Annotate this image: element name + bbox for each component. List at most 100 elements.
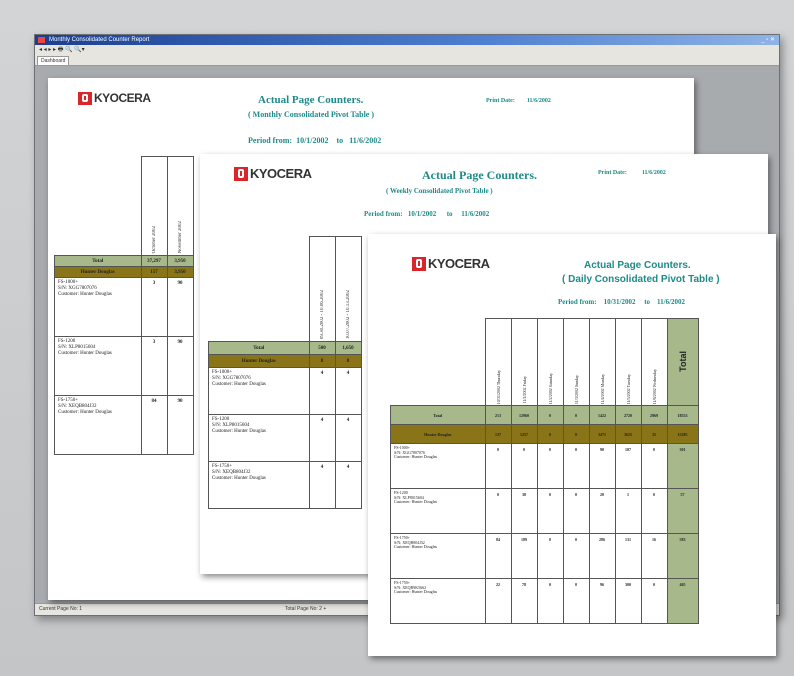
column-header: 11/4/2002 Monday [588, 318, 616, 406]
print-date: Print Date: 11/6/2002 [598, 170, 666, 176]
column-header: November 2002 [166, 156, 194, 256]
column-header-label: 11/4/2002 Monday [599, 373, 605, 404]
total-label: Total [390, 405, 486, 425]
logo-text: KYOCERA [94, 91, 151, 105]
cell-value: 300 [614, 578, 642, 624]
period-to: 11/6/2002 [461, 210, 490, 218]
device-info-line: Customer: Hunter Douglas [212, 475, 266, 481]
kyocera-logo-icon [234, 166, 248, 181]
column-header-label: 11/5/2002 Tuesday [625, 373, 631, 404]
cell-value: 4 [308, 414, 336, 462]
weekly-pivot-table: 09.30.2002 - 10.06.2002 10.07.2002 - 10.1… [208, 236, 362, 509]
column-header: 10.07.2002 - 10.13.2002 [334, 236, 362, 342]
cell-value: 189 [510, 533, 538, 579]
device-name-cell: FS-1750+ S/N: XEQB804J32 Customer: Hunter … [208, 461, 310, 509]
cell-value: 78 [510, 578, 538, 624]
total-value: 18553 [666, 405, 699, 425]
table-row: FS-1000+ S/N: XGG7807076 Customer: Hunter … [390, 443, 699, 489]
cell-value: 22 [484, 578, 512, 624]
report-title: Actual Page Counters. [258, 94, 364, 106]
cell-value: 3 [140, 336, 168, 396]
table-row: FS-1000+ S/N: XGG7807076 Customer: Hunter … [54, 277, 194, 337]
cell-value: 0 [640, 578, 668, 624]
header-row: 10/31/2002 Thursday 11/1/2002 Friday 11/2/… [391, 318, 699, 406]
table-row: FS-1000+ S/N: XGG7807076 Customer: Hunter … [208, 367, 362, 415]
device-name-cell: FS-1200 S/N: XLP8015604 Customer: Hunter D… [208, 414, 310, 462]
device-name-cell: FS-1200 S/N: XLP8015604 Customer: Hunter D… [54, 336, 142, 396]
device-info-line: Customer: Hunter Douglas [212, 428, 266, 434]
dealer-value: 35 [640, 424, 668, 444]
dealer-value: 137 [484, 424, 512, 444]
toolbar[interactable]: ◂ ◂ ▸ ▸ 🖶 🔍 🔍▾ [35, 45, 779, 55]
cell-value: 90 [166, 395, 194, 455]
dealer-row: Hunter Douglas 137 1257 0 0 3471 3625 35 15285 [390, 424, 699, 444]
total-label: Total [54, 255, 142, 267]
cell-value: 90 [166, 277, 194, 337]
period-to-label: to [644, 298, 651, 306]
column-header-label: 11/6/2002 Wednesday [651, 368, 657, 404]
window-controls[interactable]: _ ▫ ✕ [761, 36, 775, 44]
table-row: FS-1200 S/N: XLP8015604 Customer: Hunter D… [390, 488, 699, 534]
total-column-header-label: Total [677, 351, 688, 372]
dealer-value: 3,950 [166, 266, 194, 278]
cell-value: 4 [334, 367, 362, 415]
table-row: FS-1200 S/N: XLP8015604 Customer: Hunter D… [54, 336, 194, 396]
device-info-line: Customer: Hunter Douglas [394, 544, 438, 550]
device-name-cell: FS-1000+ S/N: XGG7807076 Customer: Hunter … [54, 277, 142, 337]
column-header: 11/5/2002 Tuesday [614, 318, 642, 406]
total-value: 2720 [614, 405, 642, 425]
window-title: Monthly Consolidated Counter Report [49, 37, 150, 43]
table-row: FS-1200 S/N: XLP8015604 Customer: Hunter D… [208, 414, 362, 462]
monthly-pivot-table: October 2002 November 2002 Total 37,297 3,95… [54, 156, 194, 455]
column-header-label: 11/1/2002 Friday [521, 376, 527, 404]
print-date: Print Date: 11/6/2002 [486, 98, 551, 104]
cell-value: 90 [166, 336, 194, 396]
dealer-value: 8 [334, 354, 362, 368]
total-value: 37,297 [140, 255, 168, 267]
period-range: Period from: 10/1/2002 to 11/6/2002 [248, 136, 381, 145]
table-row: FS-1750+ S/N: XEQB804J32 Customer: Hunter … [390, 533, 699, 579]
cell-value: 0 [562, 533, 590, 579]
total-value: 12960 [510, 405, 538, 425]
column-header-label: 11/3/2002 Sunday [573, 374, 579, 404]
cell-value: 0 [536, 488, 564, 534]
kyocera-logo: KYOCERA [78, 91, 151, 105]
cell-value: 3 [140, 277, 168, 337]
corner-cell [55, 157, 142, 256]
cell-value: 286 [588, 533, 616, 579]
cell-value: 20 [588, 488, 616, 534]
dealer-value: 1257 [510, 424, 538, 444]
total-row: Total 500 1,650 [208, 341, 362, 355]
cell-value: 0 [484, 443, 512, 489]
dealer-value: 15285 [666, 424, 699, 444]
tab-dashboard[interactable]: Dashboard [37, 56, 70, 66]
cell-value: 84 [140, 395, 168, 455]
report-title: Actual Page Counters. [422, 168, 537, 182]
report-subtitle: ( Monthly Consolidated Pivot Table ) [248, 110, 375, 119]
dealer-value: 3471 [588, 424, 616, 444]
print-date-value: 11/6/2002 [526, 98, 551, 104]
report-subtitle: ( Daily Consolidated Pivot Table ) [562, 274, 720, 285]
cell-value: 90 [588, 443, 616, 489]
period-to-label: to [336, 136, 344, 145]
device-name-cell: FS-1750+ S/N: XEQB804J32 Customer: Hunter … [54, 395, 142, 455]
total-value: 1422 [588, 405, 616, 425]
dealer-label: Hunter Douglas [208, 354, 310, 368]
dealer-value: 3625 [614, 424, 642, 444]
period-range: Period from: 10/31/2002 to 11/6/2002 [558, 298, 685, 306]
column-header-label: 11/2/2002 Saturday [547, 372, 553, 404]
column-header-label: November 2002 [177, 220, 183, 253]
total-value: 0 [536, 405, 564, 425]
column-header: 10/31/2002 Thursday [484, 318, 512, 406]
cell-value: 4 [334, 461, 362, 509]
column-header: 11/6/2002 Wednesday [640, 318, 668, 406]
period-range: Period from: 10/1/2002 to 11/6/2002 [364, 210, 489, 218]
period-to-label: to [446, 210, 453, 218]
dealer-value: 0 [536, 424, 564, 444]
title-bar: Monthly Consolidated Counter Report _ ▫ … [35, 35, 779, 45]
logo-text: KYOCERA [250, 166, 312, 181]
period-from: 10/1/2002 [407, 210, 437, 218]
header-row: October 2002 November 2002 [55, 156, 194, 256]
cell-value: 38 [510, 488, 538, 534]
app-icon [38, 37, 45, 43]
